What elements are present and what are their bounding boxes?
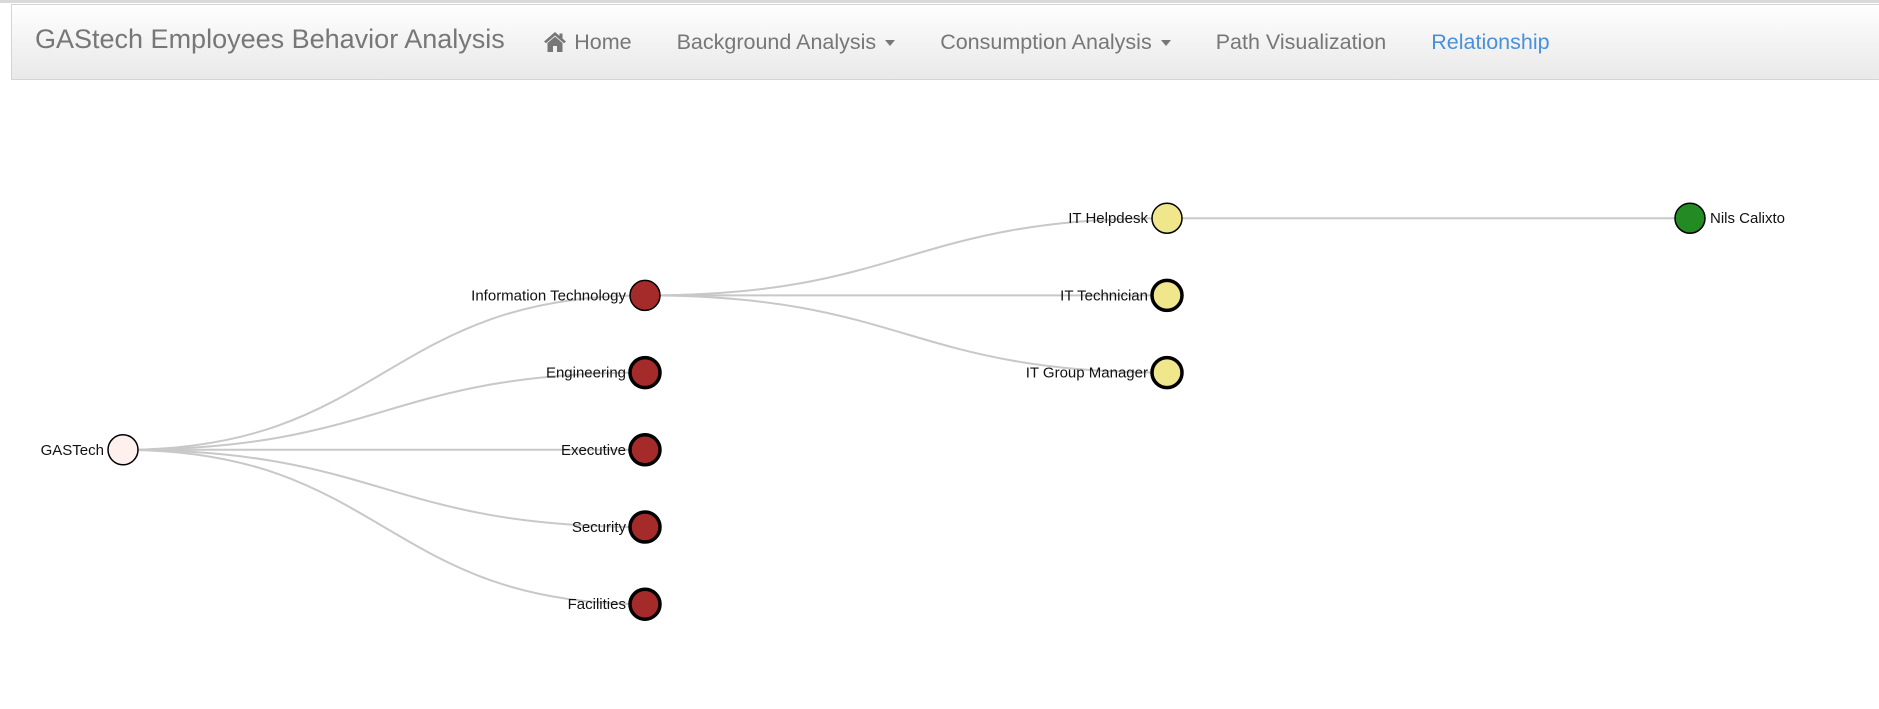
tree-link: [644, 217, 1168, 297]
tree-node-circle[interactable]: [628, 433, 662, 467]
tree-node-it-helpdesk[interactable]: IT Helpdesk: [1068, 202, 1183, 234]
tree-node-label: Nils Calixto: [1710, 210, 1785, 227]
tree-node-information-technology[interactable]: Information Technology: [471, 279, 661, 312]
tree-node-engineering[interactable]: Engineering: [546, 355, 662, 390]
tree-node-circle[interactable]: [629, 279, 661, 312]
tree-link: [122, 448, 646, 606]
tree-node-circle[interactable]: [628, 355, 662, 390]
tree-node-circle[interactable]: [1151, 202, 1183, 234]
tree-link: [122, 371, 646, 451]
tree-node-circle[interactable]: [628, 587, 662, 621]
tree-node-security[interactable]: Security: [572, 510, 662, 544]
tree-node-label: Engineering: [546, 365, 626, 382]
tree-node-label: Facilities: [568, 596, 626, 613]
tree-node-circle[interactable]: [1674, 202, 1706, 234]
tree-link: [122, 448, 646, 528]
tree-node-label: IT Helpdesk: [1068, 210, 1148, 227]
tree-node-circle[interactable]: [1150, 355, 1184, 390]
tree-node-label: GASTech: [41, 442, 104, 459]
tree-node-circle[interactable]: [1150, 278, 1184, 313]
tree-node-circle[interactable]: [628, 510, 662, 544]
tree-node-label: IT Technician: [1060, 287, 1148, 304]
tree-link: [644, 294, 1168, 374]
tree-node-executive[interactable]: Executive: [561, 433, 662, 467]
org-tree: GASTech Information Technology IT Helpdesk…: [41, 202, 1785, 621]
tree-node-it-technician[interactable]: IT Technician: [1060, 278, 1184, 313]
tree-node-label: Executive: [561, 442, 626, 459]
tree-node-label: Security: [572, 519, 627, 536]
tree-node-facilities[interactable]: Facilities: [568, 587, 662, 621]
tree-node-circle[interactable]: [107, 434, 139, 466]
tree-node-it-group-manager[interactable]: IT Group Manager: [1026, 355, 1184, 390]
tree-links: [122, 217, 1690, 606]
tree-node-gastech[interactable]: GASTech: [41, 434, 139, 466]
tree-node-nils-calixto[interactable]: Nils Calixto: [1674, 202, 1785, 234]
tree-node-label: IT Group Manager: [1026, 365, 1148, 382]
tree-nodes: GASTech Information Technology IT Helpdesk…: [41, 202, 1785, 621]
tree-node-label: Information Technology: [471, 287, 626, 304]
